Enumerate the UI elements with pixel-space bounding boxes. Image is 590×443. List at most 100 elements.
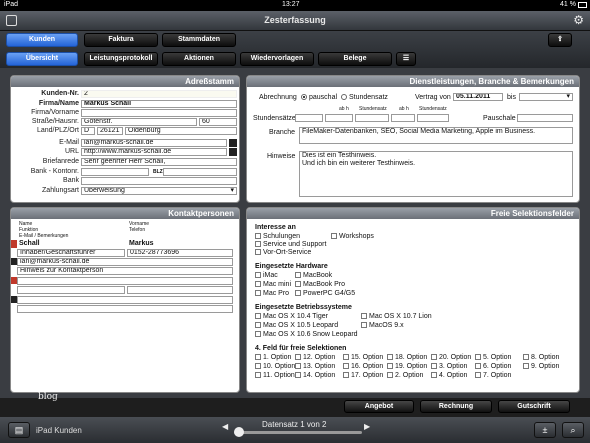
tab-wiedervorlagen[interactable]: Wiedervorlagen (240, 52, 314, 66)
option-checkbox[interactable]: 7. Option (475, 372, 511, 379)
bottom-bar: blog Angebot Rechnung Gutschrift (0, 392, 590, 417)
std-field[interactable] (355, 114, 389, 122)
ort-field[interactable]: Oldenburg (125, 127, 237, 135)
pauschale-field[interactable] (517, 114, 573, 122)
new-telefon[interactable] (127, 286, 233, 294)
cb-leopard[interactable]: Mac OS X 10.5 Leopard (255, 322, 338, 329)
tab-stammdaten[interactable]: Stammdaten (162, 33, 236, 47)
cb-macbook-pro[interactable]: MacBook Pro (295, 281, 345, 288)
std-field[interactable] (391, 114, 415, 122)
option-checkbox[interactable]: 11. Option (255, 372, 295, 379)
delete-contact-icon[interactable] (11, 240, 17, 248)
option-checkbox[interactable]: 13. Option (295, 363, 335, 370)
tab-kunden[interactable]: Kunden (6, 33, 78, 47)
radio-stundensatz[interactable]: Stundensatz (341, 94, 388, 101)
cb-lion[interactable]: Mac OS X 10.7 Lion (361, 313, 432, 320)
option-checkbox[interactable]: 15. Option (343, 354, 383, 361)
tab-leistungsprotokoll[interactable]: Leistungsprotokoll (84, 52, 158, 66)
option-checkbox[interactable]: 2. Option (387, 372, 423, 379)
cb-powerpc[interactable]: PowerPC G4/G5 (295, 290, 355, 297)
option-checkbox[interactable]: 9. Option (523, 363, 559, 370)
new-contact-row[interactable] (17, 277, 233, 285)
cb-imac[interactable]: iMac (255, 272, 278, 279)
kontakt-vorname[interactable]: Markus (129, 240, 154, 247)
add-record-icon[interactable]: ± (534, 422, 556, 438)
bank-field[interactable] (81, 177, 237, 185)
option-checkbox[interactable]: 12. Option (295, 354, 335, 361)
tab-uebersicht[interactable]: Übersicht (6, 52, 78, 66)
list-menu-icon[interactable]: ☰ (396, 52, 416, 66)
kontakt-telefon[interactable]: 0152-28773696 (127, 249, 233, 257)
cb-tiger[interactable]: Mac OS X 10.4 Tiger (255, 313, 328, 320)
prev-record-icon[interactable]: ◀ (222, 422, 228, 431)
plz-field[interactable]: 26121 (97, 127, 123, 135)
cb-macos9[interactable]: MacOS 9.x (361, 322, 404, 329)
share-icon[interactable]: ⇪ (548, 33, 572, 47)
kontakt-funktion[interactable]: Inhaber/Geschäftsführer (17, 249, 125, 257)
option-checkbox[interactable]: 5. Option (475, 354, 511, 361)
option-checkbox[interactable]: 3. Option (431, 363, 467, 370)
briefanrede-field[interactable]: Sehr geehrter Herr Schall, (81, 158, 237, 166)
vertrag-date[interactable]: 05.11.2011 (453, 93, 503, 101)
option-checkbox[interactable]: 17. Option (343, 372, 383, 379)
email-field[interactable]: ian@markus-schall.de (81, 139, 227, 147)
cb-mac-pro[interactable]: Mac Pro (255, 290, 289, 297)
option-checkbox[interactable]: 19. Option (387, 363, 427, 370)
tab-faktura[interactable]: Faktura (84, 33, 158, 47)
option-checkbox[interactable]: 16. Option (343, 363, 383, 370)
cb-snow-leopard[interactable]: Mac OS X 10.6 Snow Leopard (255, 331, 358, 338)
radio-pauschal[interactable]: pauschal (301, 94, 337, 101)
tab-belege[interactable]: Belege (318, 52, 392, 66)
gear-icon[interactable]: ⚙ (573, 13, 584, 27)
tab-aktionen[interactable]: Aktionen (162, 52, 236, 66)
new-funktion[interactable] (17, 286, 125, 294)
search-icon[interactable]: ⌕ (562, 422, 584, 438)
option-checkbox[interactable]: 14. Option (295, 372, 335, 379)
cb-schulungen[interactable]: Schulungen (255, 233, 300, 240)
new-email[interactable] (17, 296, 233, 304)
land-field[interactable]: D (81, 127, 95, 135)
hinweise-field[interactable]: Dies ist ein Testhinweis. Und ich bin ein… (299, 151, 573, 197)
strasse-field[interactable]: Gotenstr. (81, 118, 197, 126)
option-checkbox[interactable]: 10. Option (255, 363, 295, 370)
app-title: Zesterfassung (264, 15, 326, 25)
kontakt-hinweis[interactable]: Hinweis zur Kontaktperson (17, 267, 233, 275)
web-link-icon[interactable] (229, 148, 237, 156)
cb-vor-ort[interactable]: Vor-Ort-Service (255, 249, 311, 256)
layout-list-icon[interactable]: ▤ (8, 422, 30, 438)
bis-date[interactable]: ▾ (519, 93, 573, 101)
next-record-icon[interactable]: ▶ (364, 422, 370, 431)
zahlungsart-select[interactable]: Überweisung ▾ (81, 187, 237, 195)
stundensatz-col-label: Stundensatz (359, 106, 387, 112)
std-field[interactable] (295, 114, 323, 122)
angebot-button[interactable]: Angebot (344, 400, 414, 413)
record-slider-thumb[interactable] (234, 427, 244, 437)
option-checkbox[interactable]: 4. Option (431, 372, 467, 379)
cb-macbook[interactable]: MacBook (295, 272, 332, 279)
cb-mac-mini[interactable]: Mac mini (255, 281, 291, 288)
branche-field[interactable]: FileMaker-Datenbanken, SEO, Social Media… (299, 127, 573, 144)
kunden-nr-field[interactable]: 2 (81, 90, 237, 98)
url-field[interactable]: http://www.markus-schall.de (81, 148, 227, 156)
record-slider[interactable] (234, 431, 362, 434)
blz-field[interactable] (163, 168, 237, 176)
firma-field[interactable]: Markus Schall (81, 100, 237, 108)
new-hinweis[interactable] (17, 305, 233, 313)
firma-vorname-field[interactable] (81, 109, 237, 117)
kontakt-name[interactable]: Schall (19, 240, 40, 247)
std-field[interactable] (417, 114, 449, 122)
rechnung-button[interactable]: Rechnung (420, 400, 492, 413)
mail-icon[interactable] (229, 139, 237, 147)
cb-workshops[interactable]: Workshops (331, 233, 374, 240)
cb-service[interactable]: Service und Support (255, 241, 326, 248)
option-checkbox[interactable]: 18. Option (387, 354, 427, 361)
kontonr-field[interactable] (81, 168, 149, 176)
option-checkbox[interactable]: 1. Option (255, 354, 291, 361)
option-checkbox[interactable]: 20. Option (431, 354, 471, 361)
gutschrift-button[interactable]: Gutschrift (498, 400, 570, 413)
kontakt-email[interactable]: ian@markus-schall.de (17, 258, 233, 266)
std-field[interactable] (325, 114, 353, 122)
option-checkbox[interactable]: 6. Option (475, 363, 511, 370)
option-checkbox[interactable]: 8. Option (523, 354, 559, 361)
hausnr-field[interactable]: 60 (199, 118, 237, 126)
